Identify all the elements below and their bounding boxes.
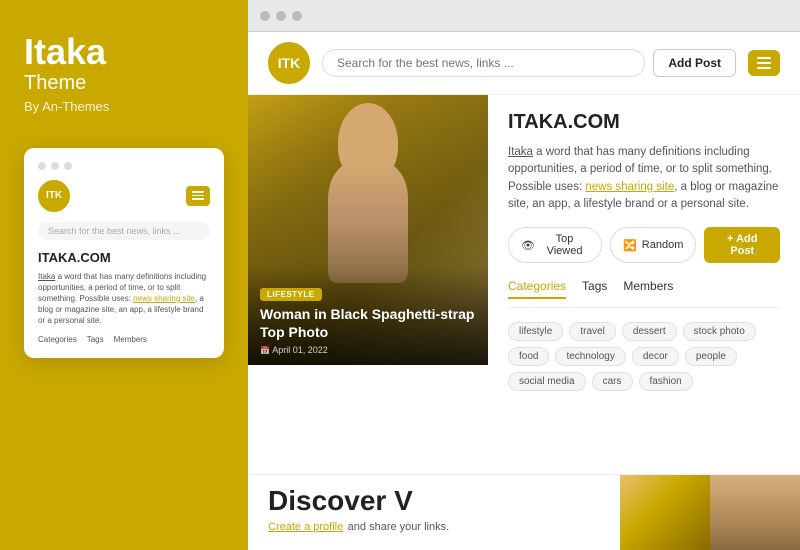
tag-pill[interactable]: stock photo bbox=[683, 322, 756, 341]
hamburger-line bbox=[192, 191, 204, 193]
main-content: LIFESTYLE Woman in Black Spaghetti-strap… bbox=[248, 95, 800, 474]
mini-news-link[interactable]: news sharing site bbox=[133, 294, 195, 303]
tab-members[interactable]: Members bbox=[623, 279, 673, 299]
tag-pill[interactable]: people bbox=[685, 347, 737, 366]
tag-pill[interactable]: food bbox=[508, 347, 549, 366]
mini-body-text: Itaka a word that has many definitions i… bbox=[38, 271, 210, 327]
discover-sub-rest: and share your links. bbox=[348, 521, 450, 533]
left-panel: Itaka Theme By An-Themes ITK Search for … bbox=[0, 0, 248, 550]
site-content: ITK Add Post LIFESTYLE Woman in Black Sp… bbox=[248, 32, 800, 550]
hero-title[interactable]: Woman in Black Spaghetti-strap Top Photo bbox=[260, 305, 476, 341]
mini-hamburger-button[interactable] bbox=[186, 186, 210, 206]
lifestyle-badge: LIFESTYLE bbox=[260, 288, 322, 301]
dot-yellow bbox=[51, 162, 59, 170]
brand-by: By An-Themes bbox=[24, 99, 224, 114]
site-logo: ITK bbox=[268, 42, 310, 84]
discover-sub: Create a profile and share your links. bbox=[268, 517, 600, 535]
random-label: Random bbox=[642, 239, 684, 251]
tag-pill[interactable]: decor bbox=[632, 347, 679, 366]
hero-section: LIFESTYLE Woman in Black Spaghetti-strap… bbox=[248, 95, 488, 474]
thumbnail-1 bbox=[620, 475, 710, 550]
news-sharing-link[interactable]: news sharing site bbox=[585, 181, 674, 193]
browser-dot-2 bbox=[276, 11, 286, 21]
random-button[interactable]: 🔀 Random bbox=[610, 227, 696, 263]
hamburger-line bbox=[757, 62, 771, 64]
tag-pill[interactable]: cars bbox=[592, 372, 633, 391]
tag-pill[interactable]: travel bbox=[569, 322, 615, 341]
mini-header: ITK bbox=[38, 180, 210, 212]
mini-site-title: ITAKA.COM bbox=[38, 250, 210, 265]
hamburger-menu-button[interactable] bbox=[748, 50, 780, 76]
site-search-input[interactable] bbox=[322, 49, 645, 77]
mini-search-field: Search for the best news, links ... bbox=[38, 222, 210, 240]
site-name-heading: ITAKA.COM bbox=[508, 111, 780, 134]
thumbnail-2 bbox=[710, 475, 800, 550]
hero-date: April 01, 2022 bbox=[260, 345, 476, 355]
site-search-wrap: Add Post bbox=[322, 49, 736, 77]
random-icon: 🔀 bbox=[623, 239, 637, 252]
create-profile-link[interactable]: Create a profile bbox=[268, 521, 343, 533]
tag-pill[interactable]: dessert bbox=[622, 322, 677, 341]
browser-dot-1 bbox=[260, 11, 270, 21]
brand-title: Itaka bbox=[24, 32, 224, 72]
right-panel: ITK Add Post LIFESTYLE Woman in Black Sp… bbox=[248, 0, 800, 550]
hero-overlay: LIFESTYLE Woman in Black Spaghetti-strap… bbox=[248, 268, 488, 365]
tag-pill[interactable]: lifestyle bbox=[508, 322, 563, 341]
site-header: ITK Add Post bbox=[248, 32, 800, 95]
tag-pill[interactable]: fashion bbox=[639, 372, 693, 391]
tag-pill[interactable]: social media bbox=[508, 372, 586, 391]
tag-pill[interactable]: technology bbox=[555, 347, 625, 366]
top-viewed-label: Top Viewed bbox=[540, 233, 589, 257]
action-buttons: 👁 Top Viewed 🔀 Random + Add Post bbox=[508, 227, 780, 263]
browser-dot-3 bbox=[292, 11, 302, 21]
hero-image: LIFESTYLE Woman in Black Spaghetti-strap… bbox=[248, 95, 488, 365]
hamburger-line bbox=[757, 57, 771, 59]
brand-subtitle: Theme bbox=[24, 72, 224, 95]
tab-tags[interactable]: Tags bbox=[582, 279, 607, 299]
add-post-button[interactable]: Add Post bbox=[653, 49, 736, 77]
tab-row: Categories Tags Members bbox=[508, 279, 780, 308]
eye-icon: 👁 bbox=[521, 239, 535, 252]
hero-face-decoration bbox=[328, 103, 408, 283]
mini-preview-card: ITK Search for the best news, links ... … bbox=[24, 148, 224, 358]
thumb-inner-2 bbox=[710, 475, 800, 550]
info-panel: ITAKA.COM Itaka a word that has many def… bbox=[488, 95, 800, 474]
mini-card-dots bbox=[38, 162, 210, 170]
discover-heading: Discover V bbox=[268, 485, 600, 517]
discover-text-col: Discover V Create a profile and share yo… bbox=[248, 475, 620, 550]
tab-categories[interactable]: Categories bbox=[508, 279, 566, 299]
hamburger-line bbox=[192, 195, 204, 197]
mini-tab-members[interactable]: Members bbox=[114, 335, 147, 344]
browser-bar bbox=[248, 0, 800, 32]
tags-row: lifestyle travel dessert stock photo foodtec… bbox=[508, 322, 780, 391]
itaka-link[interactable]: Itaka bbox=[508, 146, 533, 158]
mini-logo: ITK bbox=[38, 180, 70, 212]
dot-red bbox=[38, 162, 46, 170]
mini-tabs: Categories Tags Members bbox=[38, 335, 210, 344]
add-post-button-info[interactable]: + Add Post bbox=[704, 227, 780, 263]
site-description: Itaka a word that has many definitions i… bbox=[508, 144, 780, 213]
mini-tab-categories[interactable]: Categories bbox=[38, 335, 77, 344]
hamburger-line bbox=[757, 67, 771, 69]
mini-tab-tags[interactable]: Tags bbox=[87, 335, 104, 344]
hamburger-line bbox=[192, 198, 204, 200]
dot-green bbox=[64, 162, 72, 170]
bottom-strip: Discover V Create a profile and share yo… bbox=[248, 474, 800, 550]
top-viewed-button[interactable]: 👁 Top Viewed bbox=[508, 227, 602, 263]
bottom-thumbnails bbox=[620, 475, 800, 550]
thumb-inner-1 bbox=[620, 475, 710, 550]
